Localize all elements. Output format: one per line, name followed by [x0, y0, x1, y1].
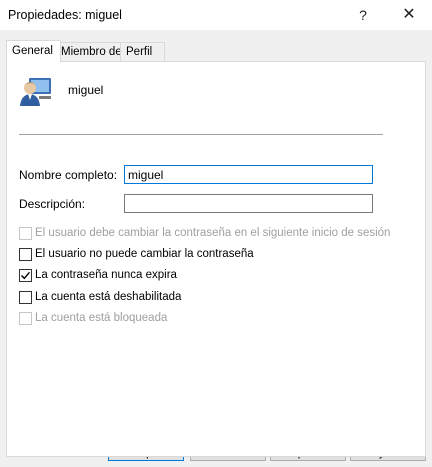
- checkbox-box: [19, 227, 32, 240]
- checkbox-label: La contraseña nunca expira: [35, 269, 177, 281]
- checkbox-box: [19, 312, 32, 325]
- help-title-button[interactable]: ?: [348, 3, 378, 27]
- checkmark-icon: [21, 271, 31, 280]
- user-icon: [20, 78, 51, 106]
- tab-general[interactable]: General: [6, 40, 61, 62]
- checkbox-label: El usuario debe cambiar la contraseña en…: [35, 227, 391, 239]
- checkbox-label: La cuenta está bloqueada: [35, 312, 168, 324]
- checkbox-label: La cuenta está deshabilitada: [35, 291, 182, 303]
- description-input[interactable]: [124, 194, 373, 213]
- user-name: miguel: [68, 83, 104, 97]
- full-name-input[interactable]: [124, 165, 373, 184]
- tab-profile[interactable]: Perfil: [120, 42, 165, 61]
- checkbox-box: [19, 269, 32, 282]
- general-tab-panel: miguel Nombre completo: Descripción: El …: [6, 61, 426, 457]
- checkbox-label: El usuario no puede cambiar la contraseñ…: [35, 248, 254, 260]
- close-button[interactable]: ✕: [394, 3, 424, 27]
- checkbox-box: [19, 291, 32, 304]
- checkbox-box: [19, 248, 32, 261]
- title-bar: Propiedades: miguel ? ✕: [0, 0, 432, 30]
- description-label: Descripción:: [19, 197, 86, 211]
- divider: [19, 134, 383, 135]
- full-name-label: Nombre completo:: [19, 168, 118, 182]
- tab-member-of[interactable]: Miembro de: [55, 42, 126, 61]
- window-title: Propiedades: miguel: [8, 8, 122, 22]
- dialog-client-area: General Miembro de Perfil miguel Nombre …: [0, 30, 432, 467]
